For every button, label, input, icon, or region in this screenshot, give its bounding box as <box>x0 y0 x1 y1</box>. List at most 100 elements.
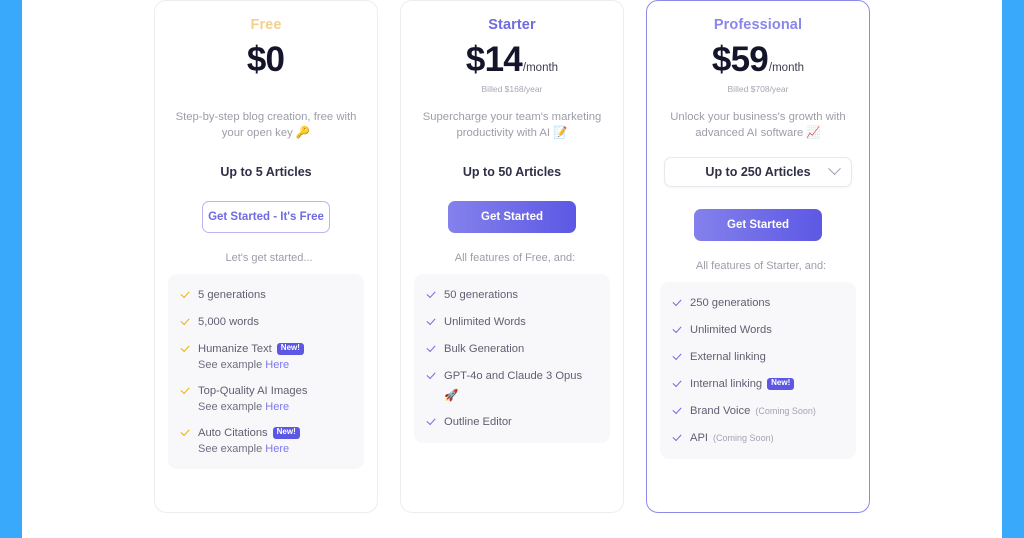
check-icon <box>672 326 682 336</box>
feature-label: Unlimited Words <box>444 315 526 328</box>
feature-label: 250 generations <box>690 296 771 309</box>
feature-body: Unlimited Words <box>690 323 772 337</box>
articles-label-free: Up to 5 Articles <box>220 164 312 179</box>
feature-label: Bulk Generation <box>444 342 525 355</box>
sub-note-free: Let's get started... <box>225 251 313 264</box>
plan-description-professional: Unlock your business's growth with advan… <box>661 109 855 143</box>
feature-line: Bulk Generation <box>444 342 524 356</box>
feature-line: API (Coming Soon) <box>690 431 774 445</box>
pricing-card-professional: Professional $59 /month Billed $708/year… <box>646 0 870 513</box>
feature-example: See example Here <box>198 359 304 371</box>
articles-dropdown-professional[interactable]: Up to 250 Articles <box>664 156 852 187</box>
check-icon <box>426 345 436 355</box>
feature-body: Bulk Generation <box>444 342 524 356</box>
feature-body: Outline Editor <box>444 415 512 429</box>
check-icon <box>426 418 436 428</box>
memo-icon: 📝 <box>553 127 568 140</box>
feature-line: GPT-4o and Claude 3 Opus 🚀 <box>444 369 598 402</box>
check-icon <box>426 318 436 328</box>
plan-description-free: Step-by-step blog creation, free with yo… <box>169 109 363 143</box>
feature-item: GPT-4o and Claude 3 Opus 🚀 <box>426 369 598 402</box>
feature-line: Auto Citations New! <box>198 426 300 440</box>
check-icon <box>672 434 682 444</box>
plan-period-starter: /month <box>522 62 559 74</box>
get-started-button-professional[interactable]: Get Started <box>694 208 822 241</box>
right-edge-bar <box>1002 0 1024 538</box>
feature-list-free: 5 generations 5,000 words Humanize Text … <box>168 273 364 469</box>
feature-label: Unlimited Words <box>690 323 772 336</box>
feature-example-link[interactable]: Here <box>265 401 289 413</box>
feature-body: Top-Quality AI Images See example Here <box>198 384 307 413</box>
pricing-card-free: Free $0 Step-by-step blog creation, free… <box>154 0 378 513</box>
feature-item: Bulk Generation <box>426 342 598 356</box>
feature-item: 5 generations <box>180 288 352 302</box>
feature-example-prefix: See example <box>198 400 263 413</box>
chevron-down-icon <box>828 162 841 176</box>
feature-item: API (Coming Soon) <box>672 431 844 445</box>
check-icon <box>672 353 682 363</box>
feature-line: 5,000 words <box>198 315 259 329</box>
get-started-button-starter[interactable]: Get Started <box>448 200 576 233</box>
articles-label-starter: Up to 50 Articles <box>462 164 562 179</box>
check-icon <box>672 380 682 390</box>
billed-note-professional: Billed $708/year <box>727 83 789 94</box>
feature-line: Internal linking New! <box>690 377 795 391</box>
feature-example: See example Here <box>198 401 307 413</box>
feature-label: External linking <box>690 350 766 363</box>
check-icon <box>426 291 436 301</box>
coming-soon-note: (Coming Soon) <box>755 405 816 416</box>
feature-example-prefix: See example <box>198 358 263 371</box>
pricing-page: Free $0 Step-by-step blog creation, free… <box>0 0 1024 538</box>
feature-example-link[interactable]: Here <box>265 443 289 455</box>
check-icon <box>180 318 190 328</box>
feature-line: 5 generations <box>198 288 266 302</box>
feature-line: Unlimited Words <box>444 315 526 329</box>
check-icon <box>180 291 190 301</box>
feature-line: Brand Voice (Coming Soon) <box>690 404 816 418</box>
billed-note-starter: Billed $168/year <box>481 83 543 94</box>
get-started-button-free[interactable]: Get Started - It's Free <box>202 200 330 233</box>
coming-soon-note: (Coming Soon) <box>713 432 774 443</box>
feature-label: GPT-4o and Claude 3 Opus <box>444 369 583 382</box>
feature-example-prefix: See example <box>198 442 263 455</box>
plan-price-free: $0 <box>246 40 285 79</box>
new-badge: New! <box>272 426 300 439</box>
feature-label: Top-Quality AI Images <box>198 384 308 397</box>
feature-item: Internal linking New! <box>672 377 844 391</box>
feature-list-professional: 250 generations Unlimited Words External… <box>660 281 856 459</box>
feature-label: Auto Citations <box>198 426 268 439</box>
plan-description-starter: Supercharge your team's marketing produc… <box>415 109 609 143</box>
feature-body: 5 generations <box>198 288 266 302</box>
pricing-cards-container: Free $0 Step-by-step blog creation, free… <box>22 0 1002 538</box>
plan-description-text-starter: Supercharge your team's marketing produc… <box>422 110 602 140</box>
check-icon <box>672 407 682 417</box>
feature-item: 5,000 words <box>180 315 352 329</box>
price-row-starter: $14 /month <box>466 40 559 80</box>
feature-body: GPT-4o and Claude 3 Opus 🚀 <box>444 369 598 402</box>
price-row-professional: $59 /month <box>712 40 805 80</box>
feature-body: 250 generations <box>690 296 770 310</box>
check-icon <box>426 372 436 382</box>
check-icon <box>180 345 190 355</box>
feature-example-link[interactable]: Here <box>265 359 289 371</box>
plan-period-professional: /month <box>768 62 805 74</box>
plan-name-starter: Starter <box>488 17 536 33</box>
sub-note-professional: All features of Starter, and: <box>695 259 827 272</box>
feature-body: Humanize Text New! See example Here <box>198 342 304 371</box>
feature-item: Brand Voice (Coming Soon) <box>672 404 844 418</box>
feature-body: Brand Voice (Coming Soon) <box>690 404 816 418</box>
plan-name-free: Free <box>250 17 282 33</box>
feature-line: Unlimited Words <box>690 323 772 337</box>
key-icon: 🔑 <box>295 127 311 140</box>
plan-name-professional: Professional <box>713 17 803 33</box>
check-icon <box>180 429 190 439</box>
feature-item: Top-Quality AI Images See example Here <box>180 384 352 413</box>
price-row-free: $0 <box>246 40 285 80</box>
feature-label: 5 generations <box>198 288 266 301</box>
articles-dropdown-value: Up to 250 Articles <box>705 164 811 179</box>
feature-label: Humanize Text <box>198 342 272 355</box>
pricing-card-starter: Starter $14 /month Billed $168/year Supe… <box>400 0 624 513</box>
feature-label: 50 generations <box>444 288 519 301</box>
check-icon <box>672 299 682 309</box>
feature-label: API <box>690 431 709 444</box>
